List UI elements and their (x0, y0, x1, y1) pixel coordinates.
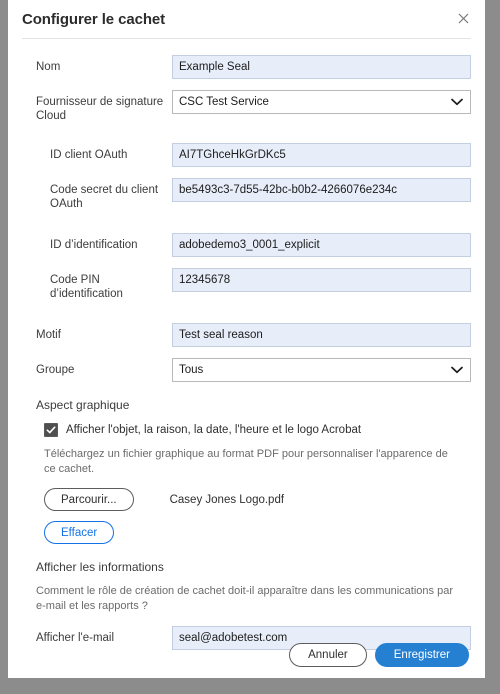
field-col-oauth-client-secret (172, 178, 471, 202)
cancel-button[interactable]: Annuler (289, 643, 367, 667)
clear-row: Effacer (22, 521, 471, 544)
field-col-name (172, 55, 471, 79)
appearance-section-title: Aspect graphique (36, 398, 130, 412)
field-col-credential-id (172, 233, 471, 257)
field-row-oauth-client-id: ID client OAuth (22, 143, 471, 167)
close-glyph (458, 13, 468, 23)
field-row-group: Groupe Tous (22, 358, 471, 382)
close-icon[interactable] (453, 8, 473, 28)
credential-id-input[interactable] (172, 233, 471, 257)
field-row-reason: Motif (22, 323, 471, 347)
browse-button[interactable]: Parcourir... (44, 488, 134, 511)
label-group: Groupe (36, 364, 75, 376)
field-row-credential-id: ID d’identification (22, 233, 471, 257)
field-col-group: Tous (172, 358, 471, 382)
oauth-client-secret-input[interactable] (172, 178, 471, 202)
title-divider (22, 38, 471, 39)
dialog-titlebar: Configurer le cachet (8, 0, 485, 38)
field-row-provider: Fournisseur de signature Cloud CSC Test … (22, 90, 471, 123)
dialog-body: Nom Fournisseur de signature Cloud CSC T… (8, 55, 485, 650)
field-row-oauth-client-secret: Code secret du client OAuth (22, 178, 471, 211)
name-input[interactable] (172, 55, 471, 79)
selected-file-name: Casey Jones Logo.pdf (169, 493, 285, 506)
label-credential-id: ID d’identification (50, 239, 138, 251)
field-col-provider: CSC Test Service (172, 90, 471, 114)
save-button[interactable]: Enregistrer (374, 643, 469, 667)
appearance-helper-text: Téléchargez un fichier graphique au form… (44, 448, 448, 475)
field-col-credential-pin (172, 268, 471, 292)
dialog-footer: Annuler Enregistrer (8, 632, 485, 678)
group-select[interactable]: Tous (172, 358, 471, 382)
configure-seal-dialog: Configurer le cachet Nom Fournisseur de … (8, 0, 485, 678)
label-credential-pin: Code PIN d’identification (50, 274, 123, 300)
group-select-wrap: Tous (172, 358, 471, 382)
credential-pin-input[interactable] (172, 268, 471, 292)
check-icon (46, 426, 56, 434)
label-name: Nom (36, 61, 61, 73)
reason-input[interactable] (172, 323, 471, 347)
field-row-credential-pin: Code PIN d’identification (22, 268, 471, 301)
label-reason: Motif (36, 329, 61, 341)
field-row-name: Nom (22, 55, 471, 79)
show-details-checkbox[interactable] (44, 423, 58, 437)
label-oauth-client-id: ID client OAuth (50, 149, 128, 161)
label-oauth-client-secret: Code secret du client OAuth (50, 184, 159, 210)
browse-row: Parcourir... Casey Jones Logo.pdf (22, 488, 471, 511)
dialog-title: Configurer le cachet (22, 10, 166, 28)
oauth-client-id-input[interactable] (172, 143, 471, 167)
provider-select[interactable]: CSC Test Service (172, 90, 471, 114)
show-details-checkbox-label: Afficher l'objet, la raison, la date, l'… (66, 424, 362, 436)
field-col-oauth-client-id (172, 143, 471, 167)
provider-select-wrap: CSC Test Service (172, 90, 471, 114)
info-section-title: Afficher les informations (36, 560, 164, 574)
label-provider: Fournisseur de signature Cloud (36, 96, 164, 122)
clear-button[interactable]: Effacer (44, 521, 115, 544)
field-col-reason (172, 323, 471, 347)
appearance-checkbox-row[interactable]: Afficher l'objet, la raison, la date, l'… (22, 423, 471, 437)
info-helper-text: Comment le rôle de création de cachet do… (36, 585, 453, 612)
